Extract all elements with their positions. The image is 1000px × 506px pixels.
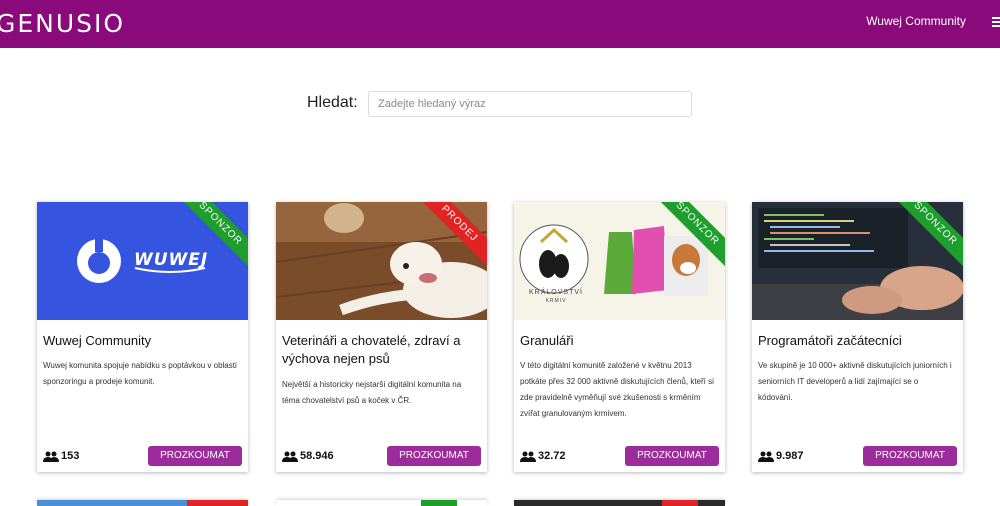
people-icon: [43, 451, 59, 462]
card-title: Programátoři začátecníci: [758, 333, 902, 348]
brand-logo[interactable]: GENUSIO: [0, 9, 125, 39]
explore-button[interactable]: PROZKOUMAT: [863, 446, 957, 466]
top-navbar: GENUSIO Wuwej Community: [0, 0, 1000, 48]
people-icon: [282, 451, 298, 462]
people-icon: [758, 451, 774, 462]
card-description: Ve skupině je 10 000+ aktivně diskutujíc…: [758, 361, 952, 402]
community-card-veterinari[interactable]: PRODEJ Veterináři a chovatelé, zdraví a …: [276, 202, 487, 472]
card-image-wuwej-logo: WUWEJ SPONZOR: [37, 202, 248, 320]
member-count-value: 58.946: [300, 450, 334, 462]
member-count: 32.72: [520, 450, 566, 462]
card-title: Veterináři a chovatelé, zdraví a výchova…: [282, 333, 461, 366]
krmiv-logo-text: KRMIV: [545, 298, 567, 304]
member-count: 9.987: [758, 450, 804, 462]
nav-link-wuwej-community[interactable]: Wuwej Community: [866, 13, 966, 29]
search-input[interactable]: [368, 91, 692, 117]
hamburger-icon[interactable]: [992, 17, 1000, 31]
member-count-value: 9.987: [776, 450, 804, 462]
explore-button[interactable]: PROZKOUMAT: [148, 446, 242, 466]
kralovstvi-logo-text: KRÁLOVSTVÍ: [529, 289, 583, 296]
community-card-partial[interactable]: [37, 500, 248, 506]
card-title: Wuwej Community: [43, 333, 152, 348]
community-card-partial[interactable]: [276, 500, 487, 506]
search-label: Hledat:: [307, 94, 358, 111]
card-title: Granuláři: [520, 333, 574, 348]
community-card-granulari[interactable]: KRÁLOVSTVÍ KRMIV SPONZOR Granuláři V tét…: [514, 202, 725, 472]
member-count: 58.946: [282, 450, 334, 462]
card-image-laptop-code: SPONZOR: [752, 202, 963, 320]
community-card-wuwej[interactable]: WUWEJ SPONZOR Wuwej Community Wuwej komu…: [37, 202, 248, 472]
community-card-programatori[interactable]: SPONZOR Programátoři začátecníci Ve skup…: [752, 202, 963, 472]
card-image-kralovstvi-krmiv: KRÁLOVSTVÍ KRMIV SPONZOR: [514, 202, 725, 320]
card-image-dogs-photo: PRODEJ: [276, 202, 487, 320]
explore-button[interactable]: PROZKOUMAT: [625, 446, 719, 466]
card-description: V této digitální komunitě založené v kvě…: [520, 361, 714, 418]
card-description: Wuwej komunita spojuje nabídku s poptávk…: [43, 361, 237, 386]
people-icon: [520, 451, 536, 462]
member-count: 153: [43, 450, 79, 462]
member-count-value: 32.72: [538, 450, 566, 462]
community-card-partial[interactable]: [514, 500, 725, 506]
member-count-value: 153: [61, 450, 80, 462]
wuwej-logo-text: WUWEJ: [134, 250, 209, 270]
explore-button[interactable]: PROZKOUMAT: [387, 446, 481, 466]
card-description: Největší a historicky nejstarší digitáln…: [282, 380, 462, 405]
